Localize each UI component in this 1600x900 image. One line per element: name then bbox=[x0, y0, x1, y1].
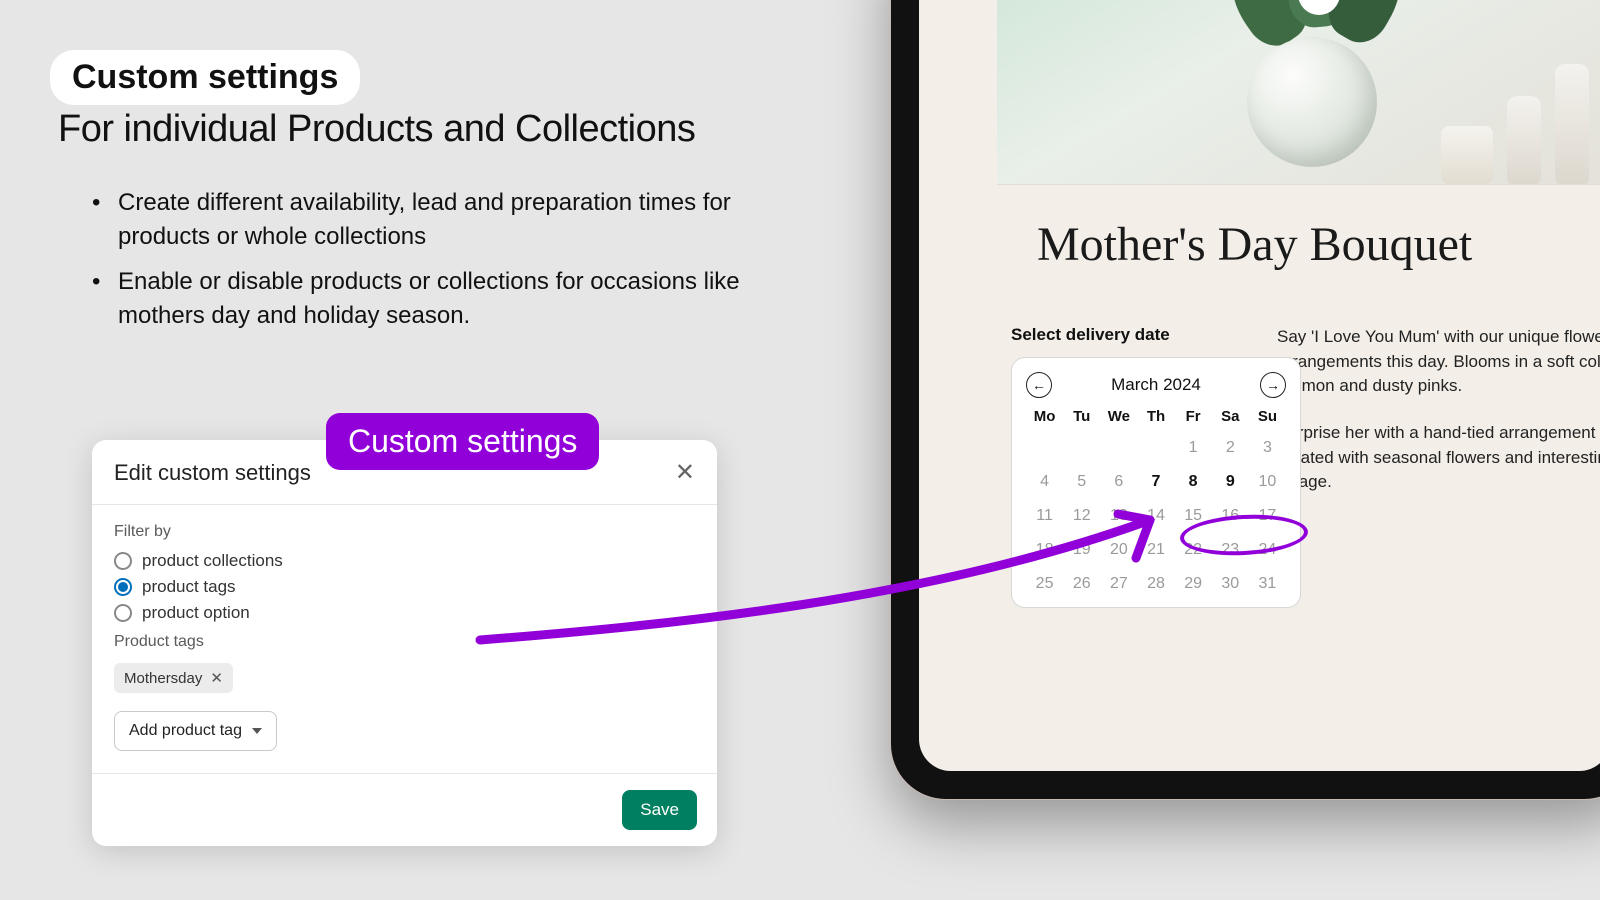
select-delivery-date-label: Select delivery date bbox=[1011, 325, 1170, 345]
custom-settings-badge: Custom settings bbox=[326, 413, 599, 470]
calendar-day[interactable]: 7 bbox=[1137, 469, 1174, 495]
add-product-tag-button[interactable]: Add product tag bbox=[114, 711, 277, 751]
radio-label: product collections bbox=[142, 551, 283, 571]
calendar-dow: Su bbox=[1249, 406, 1286, 427]
edit-custom-settings-modal: Edit custom settings ✕ Filter by product… bbox=[92, 440, 717, 846]
calendar-day: 11 bbox=[1026, 503, 1063, 529]
calendar-grid: MoTuWeThFrSaSu12345678910111213141516171… bbox=[1026, 406, 1286, 597]
calendar-dow: Fr bbox=[1175, 406, 1212, 427]
calendar-day: 5 bbox=[1063, 469, 1100, 495]
product-image bbox=[997, 0, 1600, 185]
calendar-dow: Th bbox=[1137, 406, 1174, 427]
calendar-day: 18 bbox=[1026, 537, 1063, 563]
candle-illustration bbox=[1441, 126, 1493, 184]
calendar-day: 21 bbox=[1137, 537, 1174, 563]
calendar-day[interactable]: 9 bbox=[1212, 469, 1249, 495]
calendar-day: 20 bbox=[1100, 537, 1137, 563]
calendar-dow: Sa bbox=[1212, 406, 1249, 427]
delivery-date-calendar: ← March 2024 → MoTuWeThFrSaSu12345678910… bbox=[1011, 357, 1301, 608]
product-desc-1: Say 'I Love You Mum' with our unique flo… bbox=[1277, 325, 1600, 399]
calendar-dow: Tu bbox=[1063, 406, 1100, 427]
bottle-illustration bbox=[1555, 64, 1589, 184]
calendar-day: 14 bbox=[1137, 503, 1174, 529]
promo-subhead: For individual Products and Collections bbox=[58, 108, 695, 151]
calendar-day: 10 bbox=[1249, 469, 1286, 495]
promo-bullets: Create different availability, lead and … bbox=[92, 186, 772, 344]
bottle-illustration bbox=[1507, 96, 1541, 184]
radio-product-collections[interactable]: product collections bbox=[114, 551, 695, 571]
calendar-day: 3 bbox=[1249, 435, 1286, 461]
tablet-device: Mother's Day Bouquet Select delivery dat… bbox=[890, 0, 1600, 800]
calendar-day: 19 bbox=[1063, 537, 1100, 563]
promo-pill: Custom settings bbox=[50, 50, 360, 105]
save-button[interactable]: Save bbox=[622, 790, 697, 830]
calendar-day: 12 bbox=[1063, 503, 1100, 529]
add-tag-label: Add product tag bbox=[129, 722, 242, 740]
calendar-next-button[interactable]: → bbox=[1260, 372, 1286, 398]
calendar-day: 28 bbox=[1137, 571, 1174, 597]
product-page: Mother's Day Bouquet Select delivery dat… bbox=[919, 0, 1600, 771]
product-description: Say 'I Love You Mum' with our unique flo… bbox=[1277, 325, 1600, 517]
calendar-month-label: March 2024 bbox=[1111, 375, 1201, 395]
calendar-day: 31 bbox=[1249, 571, 1286, 597]
product-desc-2: Surprise her with a hand-tied arrangemen… bbox=[1277, 421, 1600, 495]
vase-illustration bbox=[1227, 0, 1397, 167]
calendar-day: 30 bbox=[1212, 571, 1249, 597]
tag-chip-label: Mothersday bbox=[124, 670, 202, 687]
calendar-day: 4 bbox=[1026, 469, 1063, 495]
calendar-day: 2 bbox=[1212, 435, 1249, 461]
calendar-dow: We bbox=[1100, 406, 1137, 427]
close-icon[interactable]: ✕ bbox=[675, 461, 695, 485]
radio-label: product tags bbox=[142, 577, 236, 597]
product-tags-label: Product tags bbox=[114, 633, 695, 651]
modal-title: Edit custom settings bbox=[114, 460, 311, 486]
calendar-day[interactable]: 8 bbox=[1175, 469, 1212, 495]
radio-product-tags[interactable]: product tags bbox=[114, 577, 695, 597]
calendar-day: 29 bbox=[1175, 571, 1212, 597]
product-title: Mother's Day Bouquet bbox=[1037, 217, 1472, 272]
radio-icon bbox=[114, 604, 132, 622]
calendar-day: 27 bbox=[1100, 571, 1137, 597]
calendar-day: 13 bbox=[1100, 503, 1137, 529]
radio-product-option[interactable]: product option bbox=[114, 603, 695, 623]
remove-tag-icon[interactable]: ✕ bbox=[210, 669, 223, 687]
radio-label: product option bbox=[142, 603, 250, 623]
calendar-day: 6 bbox=[1100, 469, 1137, 495]
tag-chip-mothersday[interactable]: Mothersday ✕ bbox=[114, 663, 233, 693]
calendar-day: 25 bbox=[1026, 571, 1063, 597]
calendar-prev-button[interactable]: ← bbox=[1026, 372, 1052, 398]
chevron-down-icon bbox=[252, 728, 262, 734]
promo-bullet-1: Create different availability, lead and … bbox=[92, 186, 772, 253]
calendar-day: 26 bbox=[1063, 571, 1100, 597]
calendar-day: 1 bbox=[1175, 435, 1212, 461]
radio-icon bbox=[114, 578, 132, 596]
calendar-dow: Mo bbox=[1026, 406, 1063, 427]
filter-by-label: Filter by bbox=[114, 523, 695, 541]
radio-icon bbox=[114, 552, 132, 570]
promo-bullet-2: Enable or disable products or collection… bbox=[92, 265, 772, 332]
